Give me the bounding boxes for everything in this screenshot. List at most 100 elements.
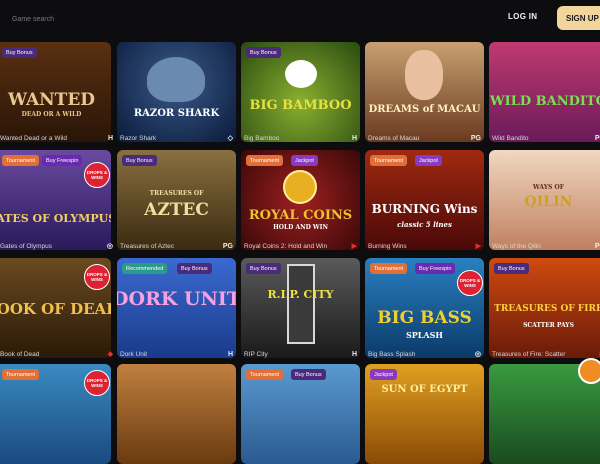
- coin-art: [283, 170, 317, 204]
- game-tile-burning-wins[interactable]: Tournament Jackpot BURNING Wins classic …: [365, 150, 484, 250]
- game-grid: Buy Bonus WANTED DEAD OR A WILD RAZOR SH…: [0, 42, 600, 400]
- game-art-title: BOOK OF DEAD: [0, 300, 111, 318]
- game-art-title: RAZOR SHARK: [134, 108, 219, 119]
- provider-icon: PG: [471, 135, 481, 142]
- provider-icon: PG: [595, 135, 600, 142]
- game-tile-treasures-of-aztec[interactable]: Buy Bonus TREASURES OF AZTEC: [117, 150, 236, 250]
- caption-text: Treasures of Aztec: [120, 243, 174, 250]
- character-art: [405, 50, 443, 100]
- tag-buy-bonus: Buy Bonus: [2, 47, 37, 58]
- caption-text: Burning Wins: [368, 243, 407, 250]
- tag-tournament: Tournament: [2, 369, 39, 380]
- drops-wins-badge: DROPS & WINS: [84, 162, 110, 188]
- game-art-title: BURNING Wins: [372, 202, 478, 216]
- game-art-title: WANTED: [8, 90, 95, 110]
- tag-buy-freespin: Buy Freespin: [42, 155, 82, 166]
- game-art-subtitle: SPLASH: [406, 330, 443, 340]
- game-art-title: GATES OF OLYMPUS: [0, 212, 111, 225]
- provider-icon: H: [352, 351, 357, 358]
- game-tile-treasures-of-fire[interactable]: Buy Bonus TREASURES OF FIRE SCATTER PAYS: [489, 258, 600, 358]
- game-art-title: QILIN: [525, 194, 573, 210]
- game-tile-big-bamboo[interactable]: Buy Bonus BIG BAMBOO: [241, 42, 360, 142]
- game-art-title: ROYAL COINS: [249, 208, 352, 223]
- game-tile-razor-shark[interactable]: RAZOR SHARK: [117, 42, 236, 142]
- signup-label: SIGN UP: [566, 14, 599, 23]
- provider-icon: H: [352, 135, 357, 142]
- tag-tournament: Tournament: [246, 155, 283, 166]
- game-tile-big-bass-splash[interactable]: Tournament Buy Freespin DROPS & WINS BIG…: [365, 258, 484, 358]
- game-tile-royal-coins[interactable]: Tournament Jackpot ROYAL COINS HOLD AND …: [241, 150, 360, 250]
- login-button[interactable]: LOG IN: [508, 12, 537, 21]
- caption-text: Dork Unit: [120, 351, 147, 358]
- game-caption: Book of Dead ◆: [0, 348, 119, 360]
- tag-buy-bonus: Buy Bonus: [122, 155, 157, 166]
- game-caption: Gates of Olympus ◎: [0, 240, 119, 252]
- tag-tournament: Tournament: [370, 263, 407, 274]
- game-art-title: BIG BASS: [377, 308, 472, 328]
- game-tile-rip-city[interactable]: Buy Bonus R.I.P. CITY: [241, 258, 360, 358]
- tag-jackpot: Jackpot: [291, 155, 318, 166]
- provider-icon: PG: [223, 243, 233, 250]
- game-tile-dork-unit[interactable]: Recommended Buy Bonus DORK UNIT: [117, 258, 236, 358]
- tag-buy-bonus: Buy Bonus: [177, 263, 212, 274]
- game-tile-row4-1[interactable]: Tournament DROPS & WINS: [0, 364, 111, 464]
- provider-icon: ◇: [228, 134, 233, 142]
- tag-buy-bonus: Buy Bonus: [246, 47, 281, 58]
- game-caption: Wild Bandito PG: [492, 132, 600, 144]
- game-caption: Dork Unit H: [120, 348, 239, 360]
- game-caption: Big Bamboo H: [244, 132, 363, 144]
- caption-text: Book of Dead: [0, 351, 39, 358]
- drops-wins-badge: DROPS & WINS: [457, 270, 483, 296]
- game-caption: Wanted Dead or a Wild H: [0, 132, 119, 144]
- provider-icon: H: [108, 135, 113, 142]
- game-art-title: DORK UNIT: [117, 288, 236, 310]
- caption-text: Wild Bandito: [492, 135, 529, 142]
- game-art-subtitle: SCATTER PAYS: [523, 322, 574, 329]
- game-tile-book-of-dead[interactable]: DROPS & WINS BOOK OF DEAD: [0, 258, 111, 358]
- drops-wins-badge: DROPS & WINS: [84, 370, 110, 396]
- caption-text: Royal Coins 2: Hold and Win: [244, 243, 327, 250]
- caption-text: Dreams of Macau: [368, 135, 419, 142]
- game-tile-ways-of-the-qilin[interactable]: WAYS OF QILIN: [489, 150, 600, 250]
- game-caption: Royal Coins 2: Hold and Win ▶: [244, 240, 363, 252]
- game-caption: Treasures of Fire: Scatter ▶: [492, 348, 600, 360]
- search-input[interactable]: Game search: [0, 8, 240, 30]
- provider-icon: ▶: [352, 242, 357, 250]
- game-caption: Ways of the Qilin PG: [492, 240, 600, 252]
- provider-icon: ◆: [108, 350, 113, 358]
- game-tile-wild-bandito[interactable]: WILD BANDITO: [489, 42, 600, 142]
- game-tile-dreams-of-macau[interactable]: DREAMS of MACAU: [365, 42, 484, 142]
- provider-icon: ▶: [476, 242, 481, 250]
- game-art-title: BIG BAMBOO: [249, 98, 351, 113]
- game-art-subtitle: classic 5 lines: [397, 220, 452, 229]
- game-art-title: SUN OF EGYPT: [381, 384, 467, 395]
- tag-buy-freespin: Buy Freespin: [415, 263, 455, 274]
- tag-buy-bonus: Buy Bonus: [246, 263, 281, 274]
- tag-jackpot: Jackpot: [415, 155, 442, 166]
- game-caption: RIP City H: [244, 348, 363, 360]
- tag-jackpot: Jackpot: [370, 369, 397, 380]
- chat-bubble-icon[interactable]: [578, 358, 600, 384]
- caption-text: Ways of the Qilin: [492, 243, 541, 250]
- game-caption: Burning Wins ▶: [368, 240, 487, 252]
- tag-recommended: Recommended: [122, 263, 167, 274]
- tag-buy-bonus: Buy Bonus: [494, 263, 529, 274]
- tag-tournament: Tournament: [2, 155, 39, 166]
- game-tile-sun-of-egypt[interactable]: Jackpot SUN OF EGYPT: [365, 364, 484, 464]
- signup-button[interactable]: SIGN UP: [557, 6, 600, 30]
- caption-text: Wanted Dead or a Wild: [0, 135, 67, 142]
- game-tile-wanted[interactable]: Buy Bonus WANTED DEAD OR A WILD: [0, 42, 111, 142]
- game-art-subtitle: HOLD AND WIN: [273, 224, 328, 231]
- game-art-subtitle: DEAD OR A WILD: [22, 111, 82, 118]
- cross-art: [287, 264, 315, 344]
- tag-tournament: Tournament: [246, 369, 283, 380]
- game-caption: Razor Shark ◇: [120, 132, 239, 144]
- game-tile-gates-of-olympus[interactable]: Tournament Buy Freespin DROPS & WINS GAT…: [0, 150, 111, 250]
- search-placeholder: Game search: [12, 16, 54, 23]
- game-tile-row4-3[interactable]: Tournament Buy Bonus: [241, 364, 360, 464]
- provider-icon: PG: [595, 243, 600, 250]
- game-caption: Big Bass Splash ◎: [368, 348, 487, 360]
- caption-text: RIP City: [244, 351, 268, 358]
- provider-icon: H: [228, 351, 233, 358]
- game-tile-row4-2[interactable]: [117, 364, 236, 464]
